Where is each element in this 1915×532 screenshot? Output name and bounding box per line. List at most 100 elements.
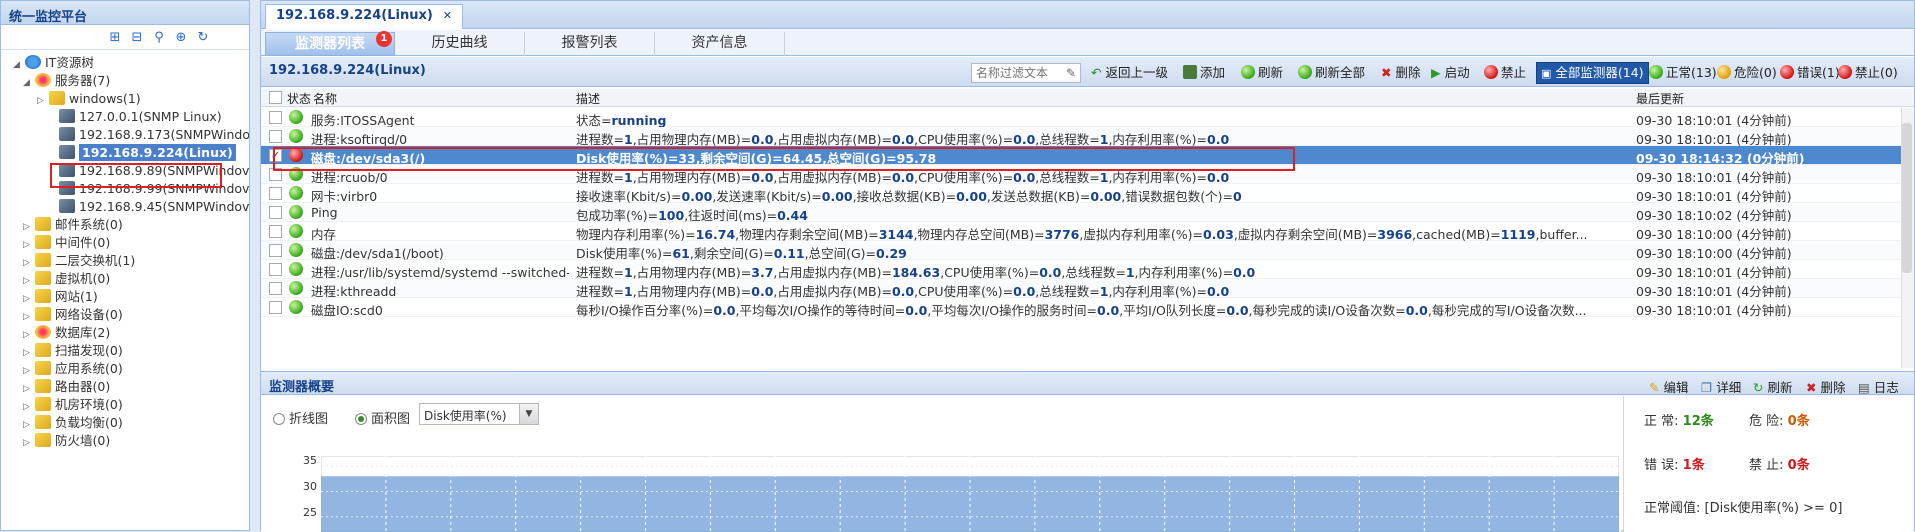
back-button[interactable]: ↶ 返回上一级 <box>1091 64 1168 82</box>
radio-label: 折线图 <box>289 412 329 427</box>
tree-node[interactable]: ▷ 防火墙(0) <box>23 431 110 451</box>
table-row[interactable]: 进程:kthreadd 进程数=1,占用物理内存(MB)=0.0,占用虚拟内存(M… <box>261 279 1901 299</box>
tab-alarm-list[interactable]: 报警列表 <box>525 32 655 56</box>
row-checkbox[interactable] <box>269 111 282 124</box>
stat-label: 危 险: <box>1749 414 1784 429</box>
col-time[interactable]: 最后更新 <box>1636 90 1684 107</box>
tree-node[interactable]: 192.168.9.45(SNMPWindov <box>47 197 249 217</box>
tree-node[interactable]: ▷ windows(1) <box>37 89 141 109</box>
close-icon[interactable]: ✕ <box>443 9 452 22</box>
row-checkbox[interactable] <box>269 282 282 295</box>
tree-filter-icon[interactable]: ⚲ <box>151 30 167 46</box>
area-chart-radio[interactable]: 面积图 <box>355 408 410 427</box>
stat-value: 0条 <box>1787 414 1810 429</box>
tree-node[interactable]: ▷ 虚拟机(0) <box>23 269 110 289</box>
tree-node[interactable]: ▷ 扫描发现(0) <box>23 341 123 361</box>
collapse-icon[interactable]: ⊟ <box>129 30 145 46</box>
table-row[interactable]: 服务:ITOSSAgent 状态=running 09-30 18:10:01 (4… <box>261 108 1901 128</box>
tree-node[interactable]: ▷ 中间件(0) <box>23 233 110 253</box>
tree-node[interactable]: ▷ 机房环境(0) <box>23 395 123 415</box>
refresh-all-button[interactable]: 刷新全部 <box>1298 64 1365 82</box>
col-desc[interactable]: 描述 <box>576 90 600 107</box>
tree-node[interactable]: ▷ 邮件系统(0) <box>23 215 123 235</box>
tab-monitor-list[interactable]: 监测器列表 1 <box>265 31 395 56</box>
disable-label: 禁止 <box>1501 65 1527 80</box>
chevron-icon[interactable]: ▷ <box>23 433 35 453</box>
tree-node[interactable]: ▷ 数据库(2) <box>23 323 110 343</box>
row-checkbox[interactable] <box>269 130 282 143</box>
tree-node[interactable]: ▷ 网站(1) <box>23 287 98 307</box>
resource-tree: ◢ IT资源树 ◢ 服务器(7) ▷ windows(1) 127.0.0.1(SNMP L… <box>1 53 249 528</box>
refresh-icon[interactable]: ↻ <box>195 30 211 46</box>
filter-normal[interactable]: 正常(13) <box>1649 64 1717 82</box>
clear-filter-icon[interactable]: ✎ <box>1066 66 1076 80</box>
tree-node[interactable]: ◢ IT资源树 <box>13 53 94 73</box>
col-status[interactable]: 状态 <box>287 90 311 107</box>
line-chart-radio[interactable]: 折线图 <box>273 408 328 427</box>
tree-node[interactable]: 192.168.9.173(SNMPWindo <box>47 125 249 145</box>
name-filter-input[interactable] <box>971 63 1081 83</box>
filter-all-monitors[interactable]: ▣ 全部监测器(14) <box>1536 62 1649 84</box>
table-row[interactable]: 磁盘:/dev/sda1(/boot) Disk使用率(%)=61,剩余空间(G)… <box>261 241 1901 261</box>
resource-tree-panel: 统一监控平台 ⊞ ⊟ ⚲ ⊕ ↻ ◢ IT资源树 ◢ 服务器(7) ▷ windows(1… <box>0 0 250 531</box>
disable-button[interactable]: 禁止 <box>1484 64 1526 82</box>
stat-label: 错 误: <box>1644 458 1679 473</box>
normal-status-icon <box>289 262 303 276</box>
table-row[interactable]: 进程:ksoftirqd/0 进程数=1,占用物理内存(MB)=0.0,占用虚拟内… <box>261 127 1901 147</box>
server-icon <box>59 127 75 141</box>
expand-icon[interactable]: ⊞ <box>107 30 123 46</box>
tab-history-curve[interactable]: 历史曲线 <box>395 32 525 56</box>
table-row[interactable]: 磁盘IO:scd0 每秒I/O操作百分率(%)=0.0,平均每次I/O操作的等待时… <box>261 298 1901 318</box>
tree-node[interactable]: ▷ 负载均衡(0) <box>23 413 123 433</box>
tree-node[interactable]: ◢ 服务器(7) <box>23 71 110 91</box>
tree-node-label: windows(1) <box>69 91 141 106</box>
row-checkbox[interactable] <box>269 301 282 314</box>
scrollbar-thumb[interactable] <box>1902 123 1912 273</box>
row-checkbox[interactable] <box>269 244 282 257</box>
row-checkbox[interactable] <box>269 187 282 200</box>
tree-toolbar: ⊞ ⊟ ⚲ ⊕ ↻ <box>1 26 249 50</box>
select-all-checkbox[interactable] <box>269 91 282 104</box>
row-checkbox[interactable] <box>269 263 282 276</box>
overview-delete-button[interactable]: ✖ 删除 <box>1806 377 1845 396</box>
delete-button[interactable]: ✖ 删除 <box>1381 64 1420 82</box>
tab-host[interactable]: 192.168.9.224(Linux) ✕ <box>265 4 464 29</box>
add-button[interactable]: 添加 <box>1183 64 1225 82</box>
tree-node[interactable]: 127.0.0.1(SNMP Linux) <box>47 107 222 127</box>
row-checkbox[interactable] <box>269 206 282 219</box>
tree-node[interactable]: ▷ 网络设备(0) <box>23 305 123 325</box>
add-icon <box>1183 65 1197 79</box>
tab-asset-info[interactable]: 资产信息 <box>655 32 785 56</box>
chevron-down-icon[interactable]: ▼ <box>519 404 538 424</box>
tree-node[interactable]: ▷ 路由器(0) <box>23 377 110 397</box>
table-row[interactable]: Ping 包成功率(%)=100,往返时间(ms)=0.44 09-30 18:10… <box>261 203 1901 223</box>
table-row[interactable]: 内存 物理内存利用率(%)=16.74,物理内存剩余空间(MB)=3144,物理内… <box>261 222 1901 242</box>
tree-node[interactable]: ▷ 应用系统(0) <box>23 359 123 379</box>
tree-node[interactable]: 192.168.9.224(Linux) <box>47 143 236 163</box>
col-name[interactable]: 名称 <box>313 90 337 107</box>
add-label: 添加 <box>1200 65 1226 80</box>
grid-title: 192.168.9.224(Linux) <box>269 63 426 78</box>
overview-refresh-button[interactable]: ↻ 刷新 <box>1753 377 1792 396</box>
start-button[interactable]: ▶ 启动 <box>1431 64 1470 82</box>
filter-danger[interactable]: 危险(0) <box>1717 64 1777 82</box>
play-icon: ▶ <box>1431 65 1441 80</box>
row-checkbox[interactable] <box>269 225 282 238</box>
tree-node-label: 机房环境(0) <box>55 397 123 412</box>
filter-error[interactable]: 错误(1) <box>1780 64 1840 82</box>
edit-button[interactable]: ✎ 编辑 <box>1649 377 1688 396</box>
table-row[interactable]: 网卡:virbr0 接收速率(Kbit/s)=0.00,发送速率(Kbit/s)=… <box>261 184 1901 204</box>
folder-icon <box>35 307 51 321</box>
edit-icon: ✎ <box>1649 380 1660 395</box>
filter-forbidden[interactable]: 禁止(0) <box>1838 64 1898 82</box>
chevron-icon[interactable]: ◢ <box>23 73 35 93</box>
detail-button[interactable]: ❐ 详细 <box>1701 377 1741 396</box>
zoom-icon[interactable]: ⊕ <box>173 30 189 46</box>
log-button[interactable]: ▤ 日志 <box>1858 377 1899 396</box>
tree-node-label: 负载均衡(0) <box>55 415 123 430</box>
refresh-button[interactable]: 刷新 <box>1241 64 1283 82</box>
grid-header: 状态 名称 描述 最后更新 <box>261 89 1914 107</box>
tree-node[interactable]: ▷ 二层交换机(1) <box>23 251 135 271</box>
server-icon <box>59 109 75 123</box>
table-row[interactable]: 进程:/usr/lib/systemd/systemd --switched-r… <box>261 260 1901 280</box>
